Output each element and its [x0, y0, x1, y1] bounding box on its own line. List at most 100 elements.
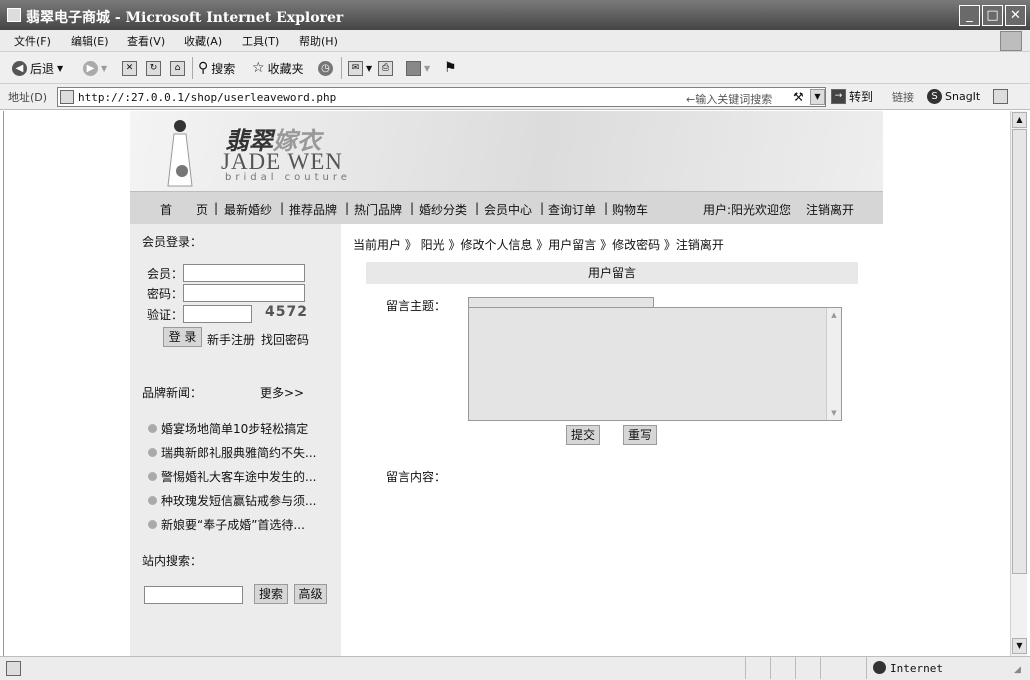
flower-bullet-icon: [148, 496, 157, 505]
minimize-button[interactable]: _: [959, 5, 980, 26]
menu-favorites[interactable]: 收藏(A): [184, 33, 222, 49]
brand-news-title: 品牌新闻：: [142, 386, 203, 400]
messenger-button[interactable]: ⚑: [444, 59, 457, 77]
history-button[interactable]: ◷: [318, 59, 333, 77]
favorites-label: 收藏夹: [267, 61, 304, 76]
broom-icon[interactable]: ⚒: [793, 90, 804, 104]
login-button[interactable]: 登 录: [163, 327, 202, 347]
scroll-up-icon[interactable]: ▲: [1012, 112, 1027, 128]
textarea-scrollbar[interactable]: ▲ ▼: [826, 308, 841, 420]
nav-user-greeting: 用户:阳光欢迎您: [703, 203, 792, 217]
body-label: 留言内容：: [386, 470, 447, 484]
history-icon: ◷: [318, 60, 333, 76]
keyword-search-hint[interactable]: ←输入关键词搜索: [686, 91, 772, 107]
message-textarea[interactable]: ▲ ▼: [468, 307, 842, 421]
favorites-button[interactable]: ☆ 收藏夹: [252, 59, 304, 77]
address-dropdown-icon[interactable]: ▼: [810, 89, 825, 105]
menu-edit[interactable]: 编辑(E): [71, 33, 109, 49]
maximize-button[interactable]: □: [982, 5, 1003, 26]
scroll-up-icon[interactable]: ▲: [827, 308, 841, 322]
print-button[interactable]: ⎙: [378, 59, 393, 77]
back-dropdown-icon[interactable]: ▼: [57, 64, 63, 73]
home-button[interactable]: ⌂: [170, 59, 185, 77]
scroll-down-icon[interactable]: ▼: [827, 406, 841, 420]
forward-button[interactable]: ▶ ▼: [83, 59, 107, 77]
refresh-button[interactable]: ↻: [146, 59, 161, 77]
advanced-search-button[interactable]: 高级: [294, 584, 327, 604]
menu-tools[interactable]: 工具(T): [242, 33, 279, 49]
news-item[interactable]: 瑞典新郎礼服典雅简约不失...: [148, 444, 316, 461]
print-icon: ⎙: [378, 60, 393, 76]
login-title: 会员登录：: [142, 235, 203, 249]
main-content: 当前用户 》 阳光 》修改个人信息 》用户留言 》修改密码 》注销离开 用户留言…: [341, 224, 883, 656]
internet-globe-icon: [873, 661, 886, 674]
news-item[interactable]: 种玫瑰发短信赢钻戒参与须...: [148, 492, 316, 509]
site-search-button[interactable]: 搜索: [254, 584, 288, 604]
go-button[interactable]: → 转到: [831, 87, 873, 105]
bride-image: [167, 120, 193, 187]
nav-new-gowns[interactable]: 最新婚纱: [224, 201, 272, 218]
menu-view[interactable]: 查看(V): [127, 33, 165, 49]
window-title-bar: 翡翠电子商城 - Microsoft Internet Explorer _ □…: [0, 0, 1030, 30]
mail-button[interactable]: ✉ ▼: [348, 59, 372, 77]
links-label[interactable]: 链接: [892, 89, 914, 105]
menu-file[interactable]: 文件(F): [14, 33, 51, 49]
back-button[interactable]: ◀ 后退 ▼: [12, 59, 63, 77]
snagit-icon: S: [927, 88, 942, 104]
news-item[interactable]: 新娘要“奉子成婚”首选待...: [148, 516, 305, 533]
search-button[interactable]: ⚲ 搜索: [198, 59, 235, 77]
refresh-icon: ↻: [146, 60, 161, 76]
nav-member-center[interactable]: 会员中心: [484, 201, 532, 218]
password-label: 密码：: [147, 287, 184, 301]
go-label: 转到: [849, 89, 874, 104]
resize-grip-icon[interactable]: ◢: [1014, 665, 1021, 675]
nav-home[interactable]: 首 页: [160, 201, 208, 218]
scroll-down-icon[interactable]: ▼: [1012, 638, 1027, 654]
nav-cart[interactable]: 购物车: [612, 201, 648, 218]
address-input[interactable]: http://:27.0.0.1/shop/userleaveword.php …: [57, 87, 826, 107]
site-search-input[interactable]: [144, 586, 243, 604]
nav-recommended-brands[interactable]: 推荐品牌: [289, 201, 337, 218]
edit-button[interactable]: ▼: [406, 59, 430, 77]
scrollbar-thumb[interactable]: [1012, 129, 1027, 574]
more-news-link[interactable]: 更多>>: [260, 384, 304, 401]
news-item[interactable]: 婚宴场地简单10步轻松搞定: [148, 420, 308, 437]
page-scrollbar[interactable]: ▲ ▼: [1010, 111, 1027, 656]
breadcrumb[interactable]: 当前用户 》 阳光 》修改个人信息 》用户留言 》修改密码 》注销离开: [353, 236, 724, 253]
page-status-icon: [6, 661, 21, 676]
snagit-window-icon[interactable]: [993, 89, 1008, 104]
captcha-image: 4572: [265, 304, 308, 320]
windows-logo-icon: [1000, 31, 1022, 51]
address-bar: 地址(D) http://:27.0.0.1/shop/userleavewor…: [0, 84, 1030, 110]
menu-help[interactable]: 帮助(H): [299, 33, 338, 49]
nav-logout[interactable]: 注销离开: [806, 201, 854, 218]
reset-button[interactable]: 重写: [623, 425, 657, 445]
toolbar-separator: [192, 57, 193, 79]
nav-gown-categories[interactable]: 婚纱分类: [419, 201, 467, 218]
register-link[interactable]: 新手注册: [207, 331, 255, 348]
back-label: 后退: [30, 61, 55, 76]
go-arrow-icon: →: [831, 88, 846, 104]
member-label: 会员：: [147, 267, 184, 281]
recover-password-link[interactable]: 找回密码: [261, 331, 309, 348]
stop-icon: ✕: [122, 60, 137, 76]
toolbar-separator: [341, 57, 342, 79]
news-item[interactable]: 警惕婚礼大客车途中发生的...: [148, 468, 316, 485]
star-icon: ☆: [252, 60, 265, 76]
snagit-button[interactable]: S SnagIt: [927, 87, 980, 105]
close-button[interactable]: ✕: [1005, 5, 1026, 26]
mail-icon: ✉: [348, 60, 363, 76]
form-title: 用户留言: [366, 262, 858, 284]
site-banner: 翡翠嫁衣 JADE WEN bridal couture: [130, 111, 883, 191]
stop-button[interactable]: ✕: [122, 59, 137, 77]
submit-button[interactable]: 提交: [566, 425, 600, 445]
logo-subtitle: bridal couture: [225, 172, 351, 183]
member-input[interactable]: [183, 264, 305, 282]
address-label: 地址(D): [8, 91, 48, 104]
page-icon: [60, 90, 74, 104]
nav-query-order[interactable]: 查询订单: [548, 201, 596, 218]
password-input[interactable]: [183, 284, 305, 302]
nav-hot-brands[interactable]: 热门品牌: [354, 201, 402, 218]
captcha-input[interactable]: [183, 305, 252, 323]
forward-dropdown-icon[interactable]: ▼: [101, 64, 107, 73]
